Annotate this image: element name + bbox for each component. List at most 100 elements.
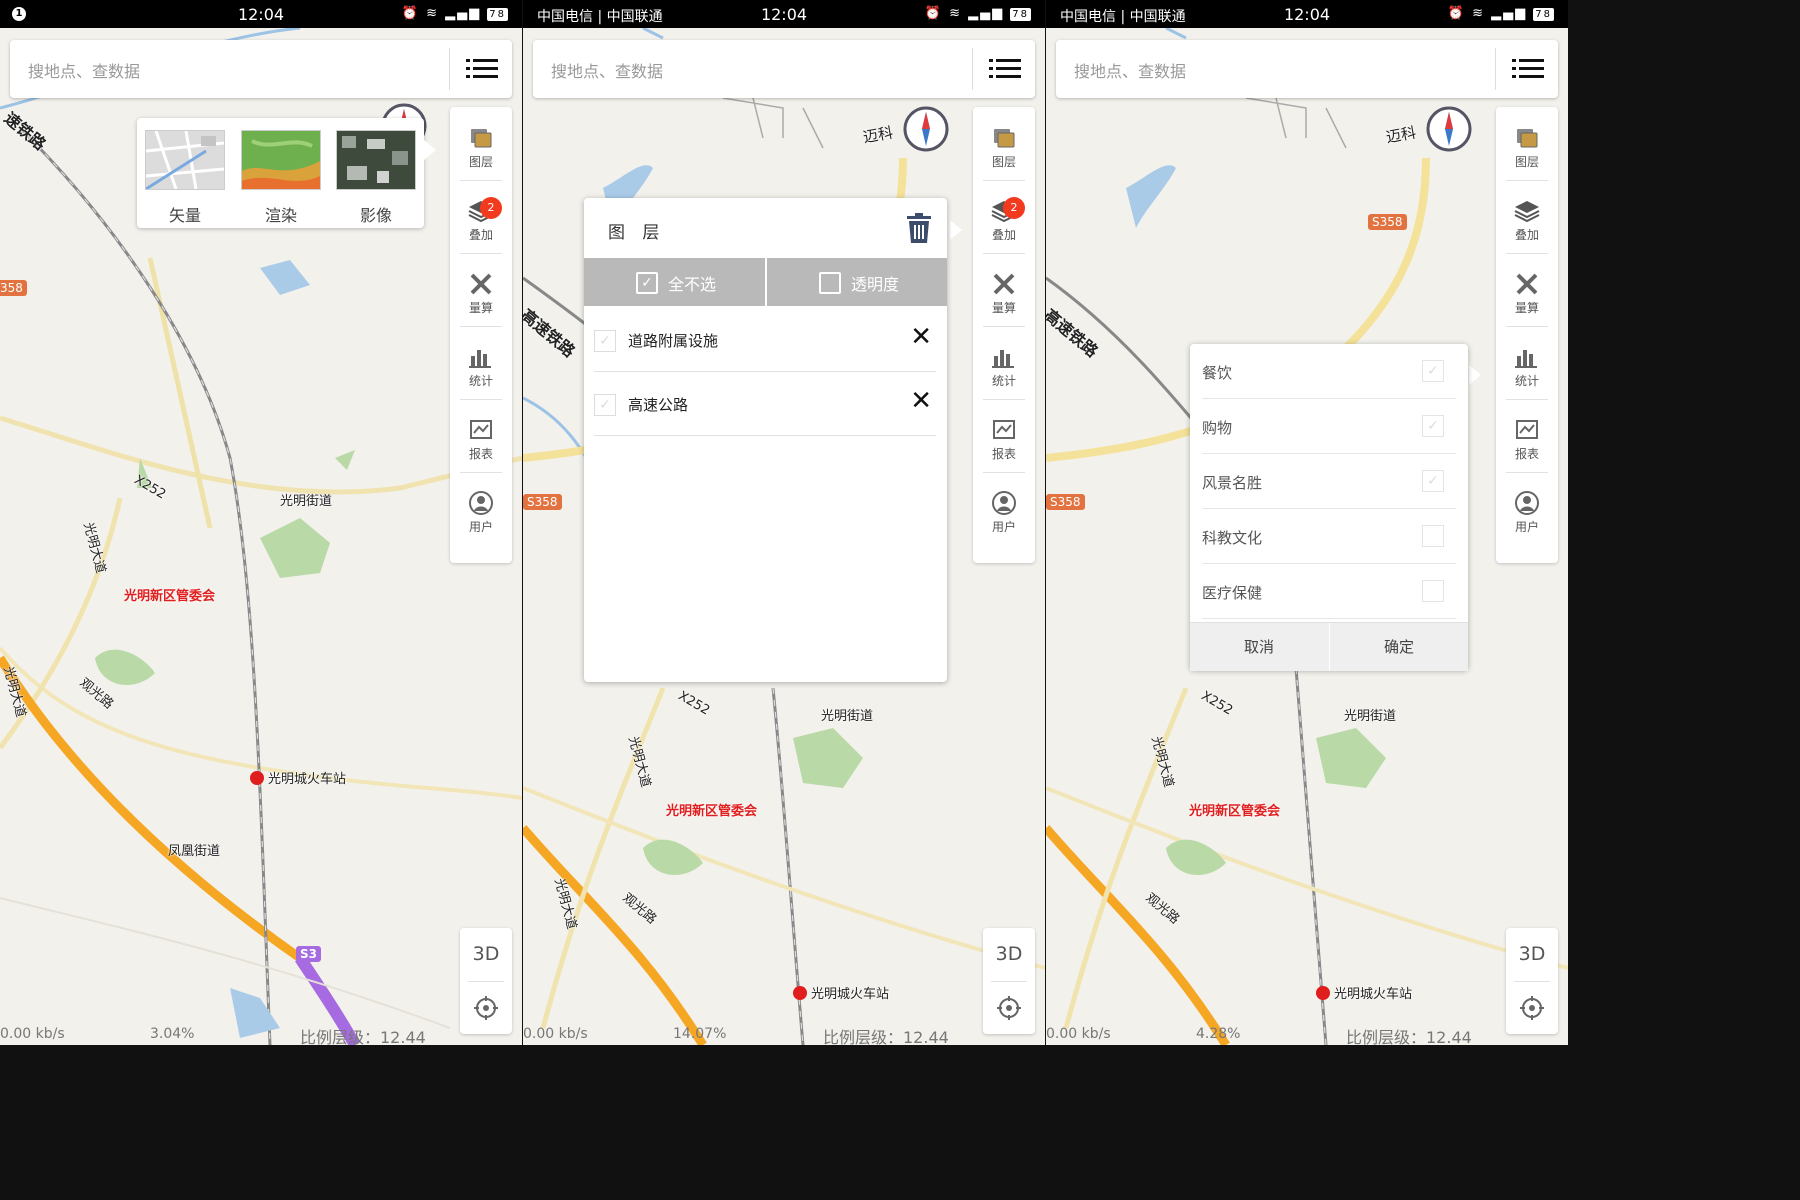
tool-statistics[interactable]: 统计 (450, 326, 512, 398)
tool-statistics[interactable]: 统计 (973, 326, 1035, 398)
layer-row[interactable]: ✓ 道路附属设施 ✕ (594, 308, 936, 372)
list-menu-icon[interactable] (1512, 56, 1544, 82)
basemap-label: 矢量 (168, 206, 201, 225)
status-bar: 中国电信 | 中国联通 12:04 ⏰ ≋ ▂▄▆ 78 (1046, 0, 1568, 28)
category-checkbox[interactable] (1422, 525, 1444, 547)
tool-statistics[interactable]: 统计 (1496, 326, 1558, 398)
search-bar: 搜地点、查数据 (533, 40, 1035, 98)
list-menu-icon[interactable] (989, 56, 1021, 82)
compass-icon[interactable] (1426, 106, 1472, 152)
search-input[interactable]: 搜地点、查数据 (1074, 58, 1186, 82)
tab-opacity[interactable]: 透明度 (767, 258, 948, 306)
wifi-icon: ≋ (949, 6, 962, 21)
layer-name: 高速公路 (628, 396, 689, 414)
tool-overlay[interactable]: 叠加 (450, 180, 512, 252)
category-checkbox[interactable]: ✓ (1422, 360, 1444, 382)
report-icon (993, 420, 1015, 439)
overlay-count-badge: 2 (1003, 197, 1025, 219)
tool-measure[interactable]: 量算 (973, 253, 1035, 325)
tool-report[interactable]: 报表 (1496, 399, 1558, 471)
map-label-admin: 光明新区管委会 (124, 589, 216, 604)
trash-icon[interactable] (905, 212, 933, 244)
screen-basemap: 1 12:04 ⏰ ≋ ▂▄▆ 78 速铁路 358 光明街道 X252 光明大… (0, 0, 522, 1045)
status-icons: ⏰ ≋ ▂▄▆ 78 (925, 6, 1031, 21)
layer-row[interactable]: ✓ 高速公路 ✕ (594, 372, 936, 436)
tool-user[interactable]: 用户 (1496, 472, 1558, 544)
alarm-icon: ⏰ (401, 6, 420, 21)
list-menu-icon[interactable] (466, 56, 498, 82)
tool-measure[interactable]: 量算 (450, 253, 512, 325)
tool-user[interactable]: 用户 (973, 472, 1035, 544)
side-toolbar: 图层 叠加 2 量算 统计 报表 用户 (450, 107, 512, 563)
map-side-buttons: 3D (1506, 928, 1558, 1034)
basemap-option-render[interactable]: 渲染 (241, 130, 321, 225)
battery-icon: 78 (1533, 8, 1554, 21)
search-input[interactable]: 搜地点、查数据 (28, 58, 140, 82)
poi-category-row[interactable]: 餐饮 ✓ (1190, 344, 1468, 399)
poi-category-row[interactable]: 风景名胜 ✓ (1190, 454, 1468, 509)
imagery-thumbnail (336, 130, 416, 190)
locate-icon[interactable] (473, 995, 499, 1021)
signal-icon: ▂▄▆ (445, 6, 482, 21)
poi-category-row[interactable]: 科教文化 (1190, 509, 1468, 564)
tab-deselect-all[interactable]: ✓ 全不选 (584, 258, 765, 306)
user-icon (469, 491, 493, 515)
category-checkbox[interactable] (1422, 580, 1444, 602)
map-label-street: 光明街道 (280, 494, 333, 509)
category-checkbox[interactable]: ✓ (1422, 415, 1444, 437)
3d-button[interactable]: 3D (460, 928, 512, 981)
compass-icon[interactable] (903, 106, 949, 152)
locate-icon[interactable] (996, 995, 1022, 1021)
tool-user[interactable]: 用户 (450, 472, 512, 544)
tool-layers[interactable]: 图层 (450, 107, 512, 179)
layer-dialog: 图 层 ✓ 全不选 透明度 ✓ 道路附属设施 ✕ ✓ 高速公路 ✕ (584, 198, 947, 682)
category-checkbox[interactable]: ✓ (1422, 470, 1444, 492)
map-label-station[interactable]: 光明城火车站 (250, 768, 346, 787)
tool-overlay[interactable]: 叠加 (973, 180, 1035, 252)
tool-overlay[interactable]: 叠加 (1496, 180, 1558, 252)
cancel-button[interactable]: 取消 (1190, 623, 1328, 671)
status-icons: ⏰ ≋ ▂▄▆ 78 (402, 6, 508, 21)
alarm-icon: ⏰ (924, 6, 943, 21)
3d-button[interactable]: 3D (1506, 928, 1558, 981)
poi-category-row[interactable]: 购物 ✓ (1190, 399, 1468, 454)
tool-report[interactable]: 报表 (450, 399, 512, 471)
render-thumbnail (241, 130, 321, 190)
signal-icon: ▂▄▆ (968, 6, 1005, 21)
map-label-station[interactable]: 光明城火车站 (793, 983, 889, 1002)
close-icon[interactable]: ✕ (910, 322, 932, 352)
3d-button[interactable]: 3D (983, 928, 1035, 981)
map-side-buttons: 3D (983, 928, 1035, 1034)
tool-layers[interactable]: 图层 (1496, 107, 1558, 179)
layers-icon (1517, 129, 1538, 148)
tool-layers[interactable]: 图层 (973, 107, 1035, 179)
status-bar: 1 12:04 ⏰ ≋ ▂▄▆ 78 (0, 0, 522, 28)
checkbox-checked-icon: ✓ (636, 272, 658, 294)
map-label-station[interactable]: 光明城火车站 (1316, 983, 1412, 1002)
close-icon[interactable]: ✕ (910, 386, 932, 416)
station-pin-icon (1316, 986, 1330, 1000)
confirm-button[interactable]: 确定 (1330, 623, 1468, 671)
battery-icon: 78 (487, 8, 508, 21)
battery-icon: 78 (1010, 8, 1031, 21)
basemap-option-imagery[interactable]: 影像 (336, 130, 416, 225)
wifi-icon: ≋ (1472, 6, 1485, 21)
report-icon (1516, 420, 1538, 439)
basemap-option-vector[interactable]: 矢量 (145, 130, 225, 225)
tool-report[interactable]: 报表 (973, 399, 1035, 471)
locate-icon[interactable] (1519, 995, 1545, 1021)
poi-category-row[interactable]: 医疗保健 (1190, 564, 1468, 619)
side-toolbar: 图层 叠加 2 量算 统计 报表 用户 (973, 107, 1035, 563)
layer-checkbox[interactable]: ✓ (594, 330, 616, 352)
search-input[interactable]: 搜地点、查数据 (551, 58, 663, 82)
net-speed: 0.00 kb/s (523, 1026, 588, 1042)
map-label-street: 光明街道 (1344, 709, 1397, 724)
measure-icon (1516, 273, 1538, 295)
load-percent: 3.04% (150, 1026, 195, 1042)
user-icon (1515, 491, 1539, 515)
layer-checkbox[interactable]: ✓ (594, 394, 616, 416)
map-label-admin: 光明新区管委会 (666, 804, 758, 819)
tool-measure[interactable]: 量算 (1496, 253, 1558, 325)
overlay-count-badge: 2 (480, 197, 502, 219)
net-speed: 0.00 kb/s (0, 1026, 65, 1042)
